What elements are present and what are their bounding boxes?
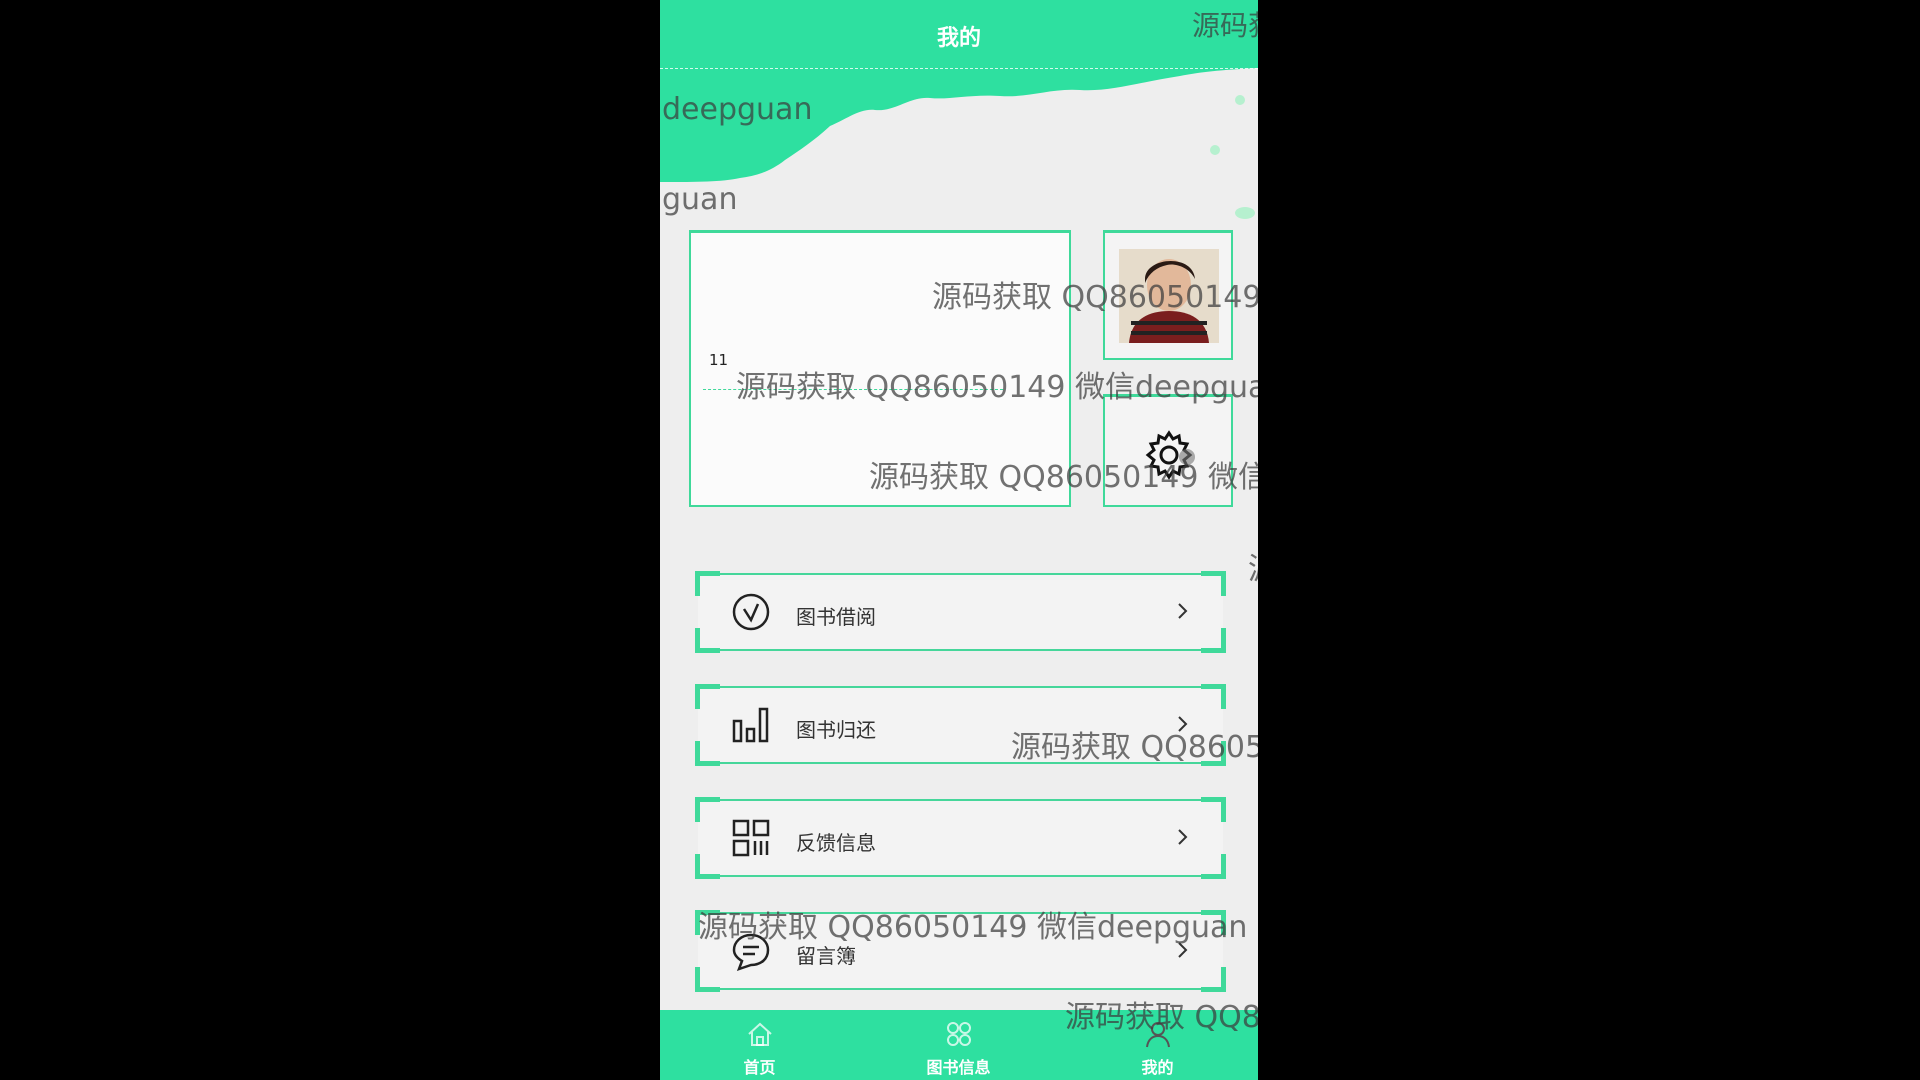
corner-decoration: [695, 741, 720, 766]
top-nav-bar: 我的: [660, 0, 1258, 68]
chat-bubble-icon: [732, 933, 770, 971]
corner-decoration: [1201, 684, 1226, 709]
corner-decoration: [1201, 967, 1226, 992]
bottom-tab-bar: 首页 图书信息 我的: [660, 1010, 1258, 1080]
menu-item-feedback[interactable]: 反馈信息: [695, 797, 1226, 879]
chevron-right-icon: [1178, 942, 1188, 958]
corner-decoration: [695, 571, 720, 596]
chevron-right-icon: [1178, 603, 1188, 619]
corner-decoration: [695, 854, 720, 879]
user-info-value: 11: [709, 351, 729, 369]
page-title: 我的: [936, 26, 981, 51]
chevron-right-icon: [1178, 716, 1188, 732]
corner-decoration: [1201, 571, 1226, 596]
corner-decoration: [695, 967, 720, 992]
menu-label: 图书归还: [796, 718, 876, 742]
avatar[interactable]: [1119, 249, 1219, 343]
watermark-text: 源: [1248, 544, 1258, 588]
grid-icon: [732, 819, 770, 857]
menu-item-return[interactable]: 图书归还: [695, 684, 1226, 766]
chevron-right-icon: [1178, 829, 1188, 845]
corner-decoration: [695, 628, 720, 653]
tab-label: 图书信息: [926, 1058, 991, 1077]
tab-label: 首页: [743, 1058, 776, 1077]
tab-book-info[interactable]: 图书信息: [859, 1010, 1058, 1080]
tab-label: 我的: [1141, 1058, 1174, 1077]
home-icon: [748, 1022, 772, 1046]
menu-label: 反馈信息: [796, 831, 876, 855]
user-info-card: 11: [689, 230, 1071, 507]
gear-icon[interactable]: [1141, 427, 1197, 483]
corner-decoration: [1201, 797, 1226, 822]
settings-card[interactable]: [1103, 394, 1233, 507]
corner-decoration: [1201, 628, 1226, 653]
corner-decoration: [1201, 910, 1226, 935]
tab-mine[interactable]: 我的: [1058, 1010, 1257, 1080]
menu-label: 图书借阅: [796, 605, 876, 629]
avatar-card[interactable]: [1103, 230, 1233, 360]
phone-screen: 我的 11 图书借阅 图书归还 反馈信息 留言簿 首页 图书信息 我的 源码 d…: [660, 0, 1258, 1080]
user-icon: [1146, 1022, 1170, 1048]
corner-decoration: [1201, 741, 1226, 766]
menu-label: 留言簿: [796, 944, 856, 968]
clock-icon: [732, 593, 770, 631]
corner-decoration: [1201, 854, 1226, 879]
menu-item-guestbook[interactable]: 留言簿: [695, 910, 1226, 992]
corner-decoration: [695, 684, 720, 709]
tab-home[interactable]: 首页: [660, 1010, 859, 1080]
apps-icon: [947, 1022, 971, 1046]
corner-decoration: [695, 797, 720, 822]
bar-chart-icon: [732, 707, 769, 743]
menu-item-borrow[interactable]: 图书借阅: [695, 571, 1226, 653]
corner-decoration: [695, 910, 720, 935]
info-divider: [703, 389, 1003, 390]
header-divider: [660, 68, 1258, 69]
